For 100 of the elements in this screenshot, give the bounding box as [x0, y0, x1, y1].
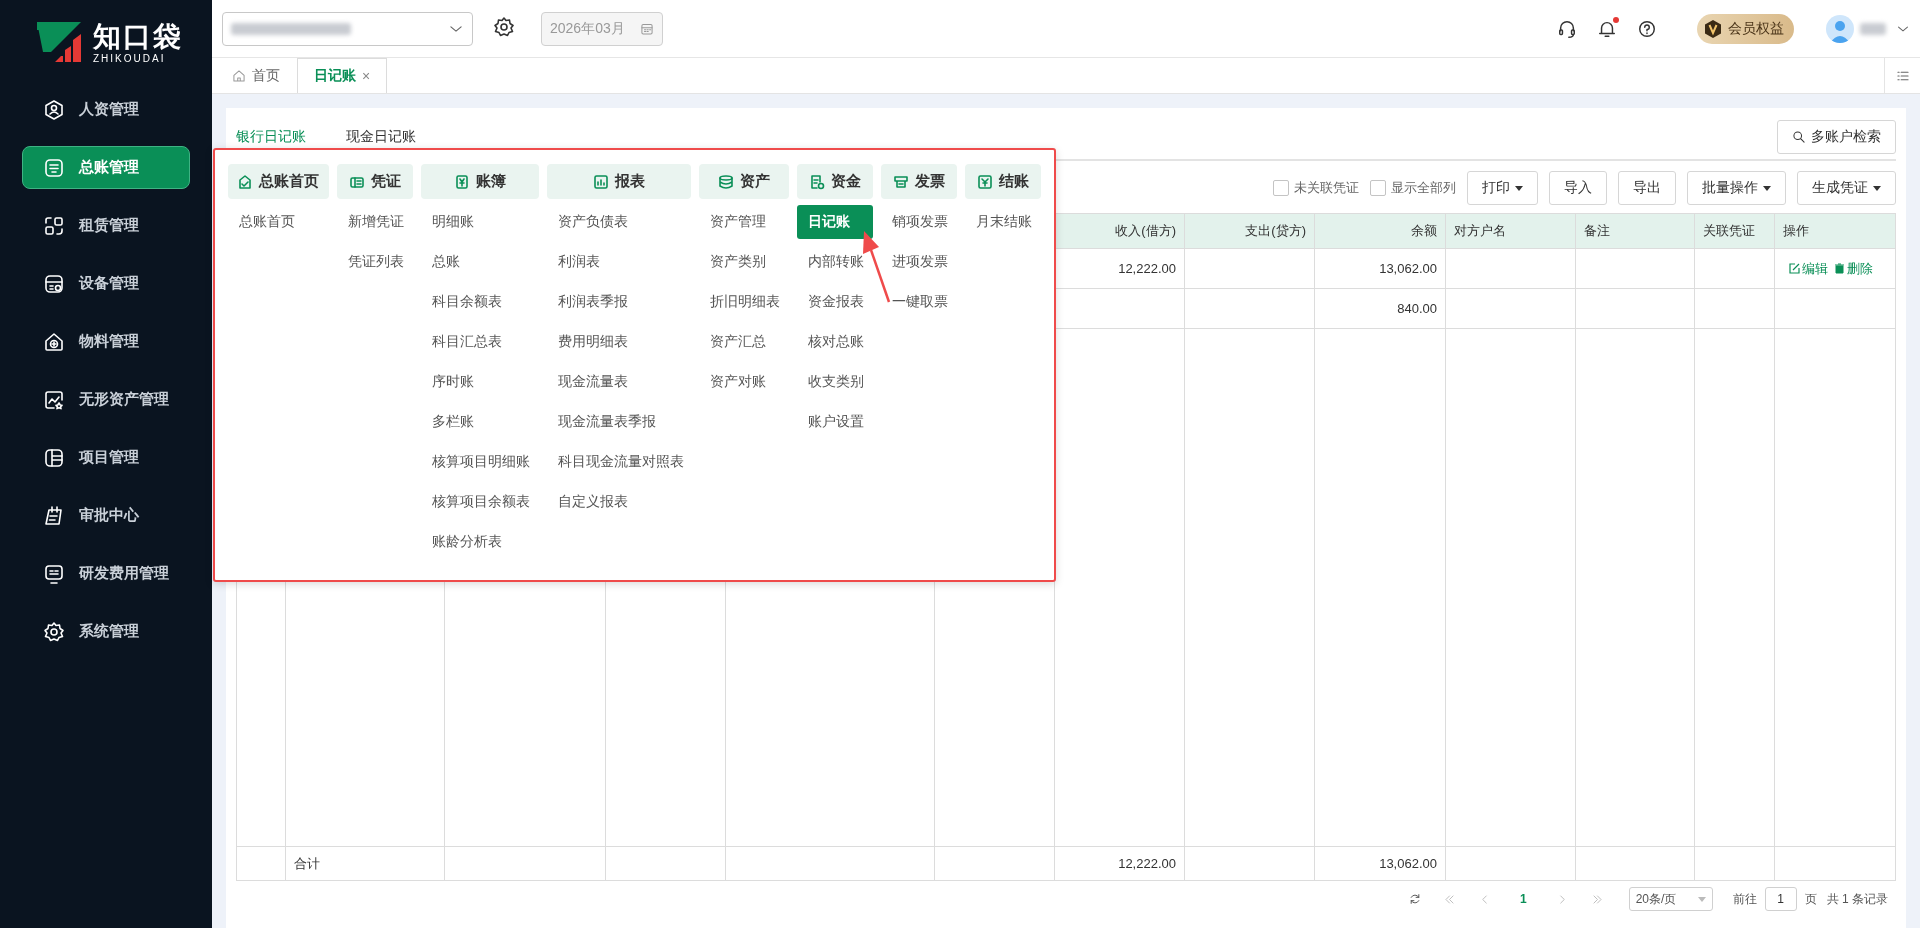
sidebar-item[interactable]: 总账管理	[22, 146, 190, 189]
menu-item[interactable]: 现金流量表	[546, 365, 692, 399]
goto-label: 前往	[1732, 890, 1757, 908]
page-unit: 页	[1804, 890, 1817, 908]
menu-item[interactable]: 凭证列表	[336, 245, 413, 279]
total-cell: 13,062.00	[1379, 856, 1437, 871]
menu-item[interactable]: 资产汇总	[699, 325, 790, 359]
checkbox[interactable]	[1370, 180, 1386, 196]
menu-item[interactable]: 明细账	[420, 205, 539, 239]
search-button[interactable]: 多账户检索	[1777, 120, 1896, 154]
toolbar-button[interactable]: 生成凭证	[1797, 171, 1896, 205]
column-header: 支出(贷方)	[1245, 222, 1306, 240]
membership-button[interactable]: 会员权益	[1697, 13, 1794, 44]
subtab[interactable]: 银行日记账	[236, 128, 306, 146]
menu-item[interactable]: 自定义报表	[546, 485, 692, 519]
last-page-icon	[1590, 892, 1604, 906]
menu-item[interactable]: 资金报表	[797, 285, 874, 319]
sidebar-item[interactable]: 审批中心	[22, 494, 190, 537]
menu-item[interactable]: 内部转账	[797, 245, 874, 279]
document-icon	[43, 156, 65, 179]
menu-item[interactable]: 新增凭证	[336, 205, 413, 239]
close-icon[interactable]: ×	[362, 68, 371, 84]
menu-item[interactable]: 销项发票	[881, 205, 958, 239]
headset-icon	[1557, 18, 1577, 39]
checkbox[interactable]	[1273, 180, 1289, 196]
home-icon	[232, 69, 246, 83]
menu-item[interactable]: 资产类别	[699, 245, 790, 279]
subtab[interactable]: 现金日记账	[346, 128, 416, 146]
table-cell: 840.00	[1397, 301, 1437, 316]
house-icon	[43, 330, 65, 353]
total-records: 共 1 条记录	[1826, 890, 1888, 908]
book-icon	[453, 173, 470, 190]
toolbar-button[interactable]: 打印	[1467, 171, 1538, 205]
avatar[interactable]	[1826, 14, 1854, 43]
menu-item[interactable]: 多栏账	[420, 405, 539, 439]
menu-item[interactable]: 账龄分析表	[420, 525, 539, 559]
menu-item[interactable]: 折旧明细表	[699, 285, 790, 319]
page-size-select[interactable]: 20条/页	[1628, 887, 1713, 911]
menu-item[interactable]: 现金流量表季报	[546, 405, 692, 439]
menu-category: 凭证	[336, 164, 413, 199]
menu-item[interactable]: 月末结账	[965, 205, 1041, 239]
toolbar-button[interactable]: 批量操作	[1687, 171, 1786, 205]
sidebar-item[interactable]: 研发费用管理	[22, 552, 190, 595]
edit-icon	[1789, 263, 1800, 274]
column-header: 备注	[1584, 222, 1610, 240]
column-header: 收入(借方)	[1115, 222, 1176, 240]
menu-item[interactable]: 资产对账	[699, 365, 790, 399]
menu-item[interactable]: 核对总账	[797, 325, 874, 359]
column-header: 对方户名	[1454, 222, 1506, 240]
menu-item[interactable]: 序时账	[420, 365, 539, 399]
menu-item[interactable]: 一键取票	[881, 285, 958, 319]
server-icon	[43, 272, 65, 295]
menu-item[interactable]: 科目汇总表	[420, 325, 539, 359]
menu-category: 结账	[965, 164, 1041, 199]
menu-item[interactable]: 利润表季报	[546, 285, 692, 319]
menu-item[interactable]: 资产负债表	[546, 205, 692, 239]
sidebar-item[interactable]: 无形资产管理	[22, 378, 190, 421]
sidebar-item[interactable]: 租赁管理	[22, 204, 190, 247]
grid-icon	[43, 214, 65, 237]
delete-link[interactable]: 删除	[1834, 259, 1873, 278]
edit-link[interactable]: 编辑	[1789, 259, 1828, 278]
menu-category: 报表	[546, 164, 692, 199]
sidebar-item[interactable]: 人资管理	[22, 88, 190, 131]
trash-icon	[1834, 263, 1845, 274]
menu-item[interactable]: 科目现金流量对照表	[546, 445, 692, 479]
chart-icon	[593, 173, 609, 190]
toolbar-button[interactable]: 导出	[1618, 171, 1676, 205]
menu-item[interactable]: 进项发票	[881, 245, 958, 279]
menu-item[interactable]: 收支类别	[797, 365, 874, 399]
checkbox-label: 未关联凭证	[1294, 179, 1359, 197]
menu-item[interactable]: 核算项目余额表	[420, 485, 539, 519]
menu-item[interactable]: 日记账	[797, 205, 874, 239]
toolbar-button[interactable]: 导入	[1549, 171, 1607, 205]
v-badge-icon	[1703, 18, 1723, 39]
first-page-icon	[1442, 892, 1456, 906]
menu-item[interactable]: 总账首页	[228, 205, 329, 239]
sidebar-item[interactable]: 设备管理	[22, 262, 190, 305]
logo-icon	[37, 22, 81, 62]
menu-item[interactable]: 费用明细表	[546, 325, 692, 359]
menu-item[interactable]: 利润表	[546, 245, 692, 279]
table-cell: 13,062.00	[1379, 261, 1437, 276]
total-cell: 12,222.00	[1118, 856, 1176, 871]
menu-item[interactable]: 总账	[420, 245, 539, 279]
check-icon	[977, 173, 994, 190]
page-tab[interactable]: 首页	[215, 58, 297, 93]
menu-item[interactable]: 资产管理	[699, 205, 790, 239]
sidebar-item[interactable]: 系统管理	[22, 610, 190, 653]
page-tab[interactable]: 日记账 ×	[297, 58, 388, 93]
account-select[interactable]	[222, 11, 473, 46]
checkbox-label: 显示全部列	[1391, 179, 1456, 197]
page-number[interactable]: 1	[1513, 891, 1533, 907]
menu-category: 资产	[699, 164, 790, 199]
page-input[interactable]: 1	[1764, 887, 1797, 911]
menu-item[interactable]: 账户设置	[797, 405, 874, 439]
sidebar-item[interactable]: 物料管理	[22, 320, 190, 363]
table-cell: 12,222.00	[1118, 261, 1176, 276]
menu-item[interactable]: 核算项目明细账	[420, 445, 539, 479]
sidebar-item[interactable]: 项目管理	[22, 436, 190, 479]
menu-item[interactable]: 科目余额表	[420, 285, 539, 319]
brand-subtitle: ZHIKOUDAI	[93, 52, 167, 66]
